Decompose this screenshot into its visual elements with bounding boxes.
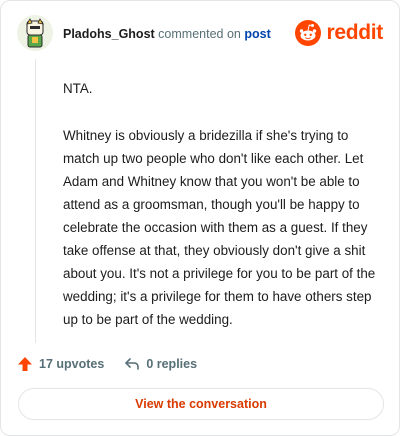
avatar-icon (17, 15, 53, 51)
reply-arrow-icon (125, 358, 140, 370)
upvote-label: 17 upvotes (39, 357, 105, 371)
reply-label: 0 replies (146, 357, 198, 371)
username-link[interactable]: Pladohs_Ghost (63, 27, 155, 41)
thread-line (35, 59, 36, 343)
comment-paragraph: NTA. (63, 81, 93, 96)
comment-stats: 17 upvotes 0 replies (17, 353, 197, 375)
upvote-arrow-icon (18, 357, 32, 371)
comment-meta: Pladohs_Ghost commented on post (63, 27, 271, 41)
comment-body: NTA. Whitney is obviously a bridezilla i… (63, 77, 381, 355)
upvote-count[interactable]: 17 upvotes (17, 356, 104, 372)
comment-header: Pladohs_Ghost commented on post reddit (17, 15, 385, 55)
reddit-brand[interactable]: reddit (295, 19, 383, 47)
user-avatar[interactable] (17, 15, 53, 51)
post-link[interactable]: post (244, 27, 270, 41)
reddit-wordmark: reddit (326, 21, 383, 44)
comment-card: Pladohs_Ghost commented on post reddit N… (0, 0, 400, 436)
reddit-snoo-icon (295, 20, 322, 46)
view-conversation-button[interactable]: View the conversation (18, 388, 384, 420)
action-text: commented on (158, 27, 241, 41)
comment-paragraph: Whitney is obviously a bridezilla if she… (63, 128, 376, 327)
reply-count[interactable]: 0 replies (124, 356, 197, 372)
